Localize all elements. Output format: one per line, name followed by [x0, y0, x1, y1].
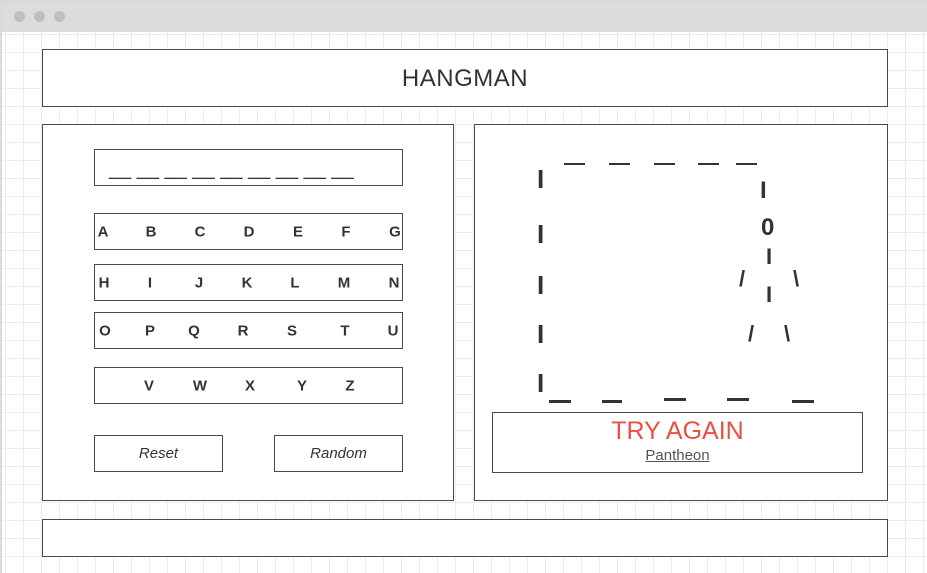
letter-key-w[interactable]: W: [193, 377, 207, 394]
gallows-floor-segment: [602, 400, 622, 403]
header-panel: HANGMAN: [42, 49, 888, 107]
letter-key-b[interactable]: B: [146, 223, 157, 240]
gallows-post-segment: I: [537, 368, 545, 398]
letter-row-1: A B C D E F G: [94, 213, 403, 250]
letter-key-j[interactable]: J: [195, 274, 203, 291]
try-again-message: TRY AGAIN: [611, 417, 744, 445]
gallows-floor-segment: [792, 400, 814, 403]
gallows-post-segment: I: [537, 164, 545, 194]
letter-key-x[interactable]: X: [245, 377, 255, 394]
hangman-right-arm: \: [793, 266, 800, 291]
hangman-neck: I: [766, 244, 773, 269]
letter-key-a[interactable]: A: [98, 223, 109, 240]
gallows-rope: I: [760, 177, 767, 204]
letter-key-p[interactable]: P: [145, 322, 155, 339]
reset-button-label: Reset: [138, 445, 179, 462]
footer-bar: [42, 519, 888, 557]
hangman-body: I: [766, 282, 773, 307]
letter-key-v[interactable]: V: [144, 377, 154, 394]
letter-key-n[interactable]: N: [389, 274, 400, 291]
hangman-right-leg: \: [784, 321, 791, 346]
gallows-beam-segment: [609, 163, 630, 165]
letter-key-f[interactable]: F: [341, 223, 350, 240]
letter-key-u[interactable]: U: [388, 322, 399, 339]
letter-row-2: H I J K L M N: [94, 264, 403, 301]
gallows-beam-segment: [654, 163, 675, 165]
gallows-panel: I I I I I I 0 I / \ I / \ TRY AGAIN Pant…: [474, 124, 888, 501]
letter-key-o[interactable]: O: [99, 322, 111, 339]
letter-key-m[interactable]: M: [338, 274, 351, 291]
letter-key-q[interactable]: Q: [188, 322, 200, 339]
hangman-head: 0: [761, 214, 775, 241]
window-titlebar: [2, 2, 927, 32]
page-title: HANGMAN: [401, 65, 529, 92]
word-blanks-display: __ __ __ __ __ __ __ __ __: [94, 149, 403, 186]
close-window-icon[interactable]: [14, 11, 25, 22]
letter-key-g[interactable]: G: [389, 223, 401, 240]
gallows-floor-segment: [727, 398, 749, 401]
random-button-label: Random: [310, 445, 367, 462]
gallows-post-segment: I: [537, 270, 545, 300]
letter-key-s[interactable]: S: [287, 322, 297, 339]
letter-key-h[interactable]: H: [99, 274, 110, 291]
letter-key-i[interactable]: I: [148, 274, 152, 291]
browser-window: HANGMAN __ __ __ __ __ __ __ __ __ A B C…: [2, 2, 927, 573]
letter-key-k[interactable]: K: [242, 274, 253, 291]
game-controls-panel: __ __ __ __ __ __ __ __ __ A B C D E F G…: [42, 124, 454, 501]
letter-row-3: O P Q R S T U: [94, 312, 403, 349]
hangman-left-leg: /: [748, 321, 755, 346]
letter-key-l[interactable]: L: [290, 274, 299, 291]
letter-key-d[interactable]: D: [244, 223, 255, 240]
page-canvas: HANGMAN __ __ __ __ __ __ __ __ __ A B C…: [2, 32, 927, 573]
letter-key-e[interactable]: E: [293, 223, 303, 240]
result-box: TRY AGAIN Pantheon: [492, 412, 863, 473]
random-button[interactable]: Random: [274, 435, 403, 472]
word-blanks: __ __ __ __ __ __ __ __ __: [109, 158, 354, 180]
minimize-window-icon[interactable]: [34, 11, 45, 22]
letter-key-y[interactable]: Y: [297, 377, 307, 394]
gallows-floor-segment: [549, 400, 571, 403]
letter-key-r[interactable]: R: [238, 322, 249, 339]
letter-row-4: V W X Y Z: [94, 367, 403, 404]
gallows-beam-segment: [736, 163, 757, 165]
maximize-window-icon[interactable]: [54, 11, 65, 22]
letter-key-t[interactable]: T: [340, 322, 349, 339]
letter-key-c[interactable]: C: [195, 223, 206, 240]
gallows-post-segment: I: [537, 319, 545, 349]
hangman-left-arm: /: [739, 266, 746, 291]
gallows-beam-segment: [698, 163, 719, 165]
answer-link[interactable]: Pantheon: [493, 447, 862, 464]
gallows-post-segment: I: [537, 219, 545, 249]
letter-key-z[interactable]: Z: [345, 377, 354, 394]
reset-button[interactable]: Reset: [94, 435, 223, 472]
gallows-beam-segment: [564, 163, 585, 165]
gallows-floor-segment: [664, 398, 686, 401]
